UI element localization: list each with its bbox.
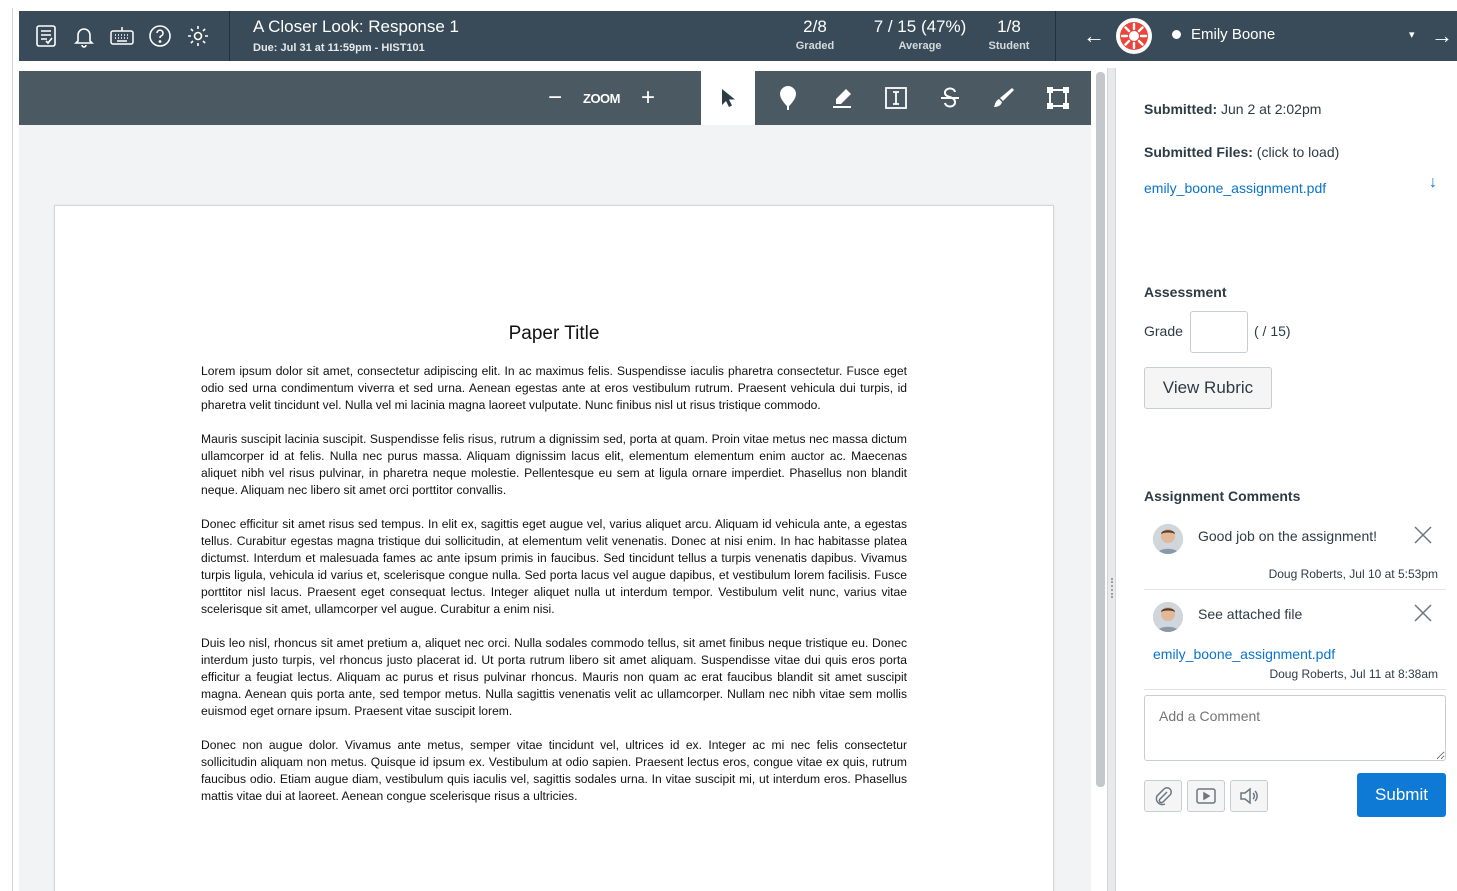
stat-student-label: Student <box>988 40 1030 52</box>
comment-text: See attached file <box>1198 606 1303 622</box>
highlight-tool[interactable] <box>815 71 869 125</box>
speaker-icon <box>1240 787 1258 805</box>
comment-attachment-link[interactable]: emily_boone_assignment.pdf <box>1153 646 1335 662</box>
submitted-files: Submitted Files: (click to load) <box>1144 144 1339 160</box>
attach-file-button[interactable] <box>1144 780 1182 812</box>
document-scrollbar[interactable] <box>1096 72 1105 787</box>
stat-average-label: Average <box>898 40 942 52</box>
zoom-in-button[interactable]: + <box>638 84 658 112</box>
speedgrader-icon[interactable] <box>27 11 65 61</box>
zoom-controls: − ZOOM + <box>545 71 658 125</box>
media-comment-button[interactable] <box>1187 780 1225 812</box>
delete-comment-button[interactable] <box>1412 524 1434 551</box>
paper-title: Paper Title <box>508 323 600 344</box>
close-icon <box>1414 604 1432 622</box>
point-annotation-tool[interactable] <box>761 71 815 125</box>
strikeout-tool[interactable] <box>923 71 977 125</box>
assignment-title[interactable]: A Closer Look: Response 1 <box>253 17 459 37</box>
view-rubric-button[interactable]: View Rubric <box>1144 367 1272 409</box>
keyboard-icon[interactable] <box>103 11 141 61</box>
stat-student: 1/8 Student <box>964 17 1054 52</box>
submitted-files-label: Submitted Files: <box>1144 144 1253 160</box>
stat-average: 7 / 15 (47%) Average <box>860 17 980 52</box>
submitted-label: Submitted: <box>1144 101 1218 117</box>
gear-icon[interactable] <box>179 11 217 61</box>
text-icon <box>885 87 907 109</box>
avatar <box>1153 602 1183 632</box>
annotation-toolbar: − ZOOM + <box>19 71 1091 125</box>
freedraw-icon <box>994 88 1014 107</box>
area-tool[interactable] <box>1031 71 1085 125</box>
header-divider <box>229 11 230 61</box>
paragraph: Duis leo nisl, rhoncus sit amet pretium … <box>201 636 907 718</box>
assignment-title-block: A Closer Look: Response 1 Due: Jul 31 at… <box>253 17 459 54</box>
pointer-tool-button[interactable] <box>701 71 755 125</box>
submitted-files-hint: (click to load) <box>1256 144 1340 160</box>
stat-graded: 2/8 Graded <box>770 17 860 52</box>
freedraw-tool[interactable] <box>977 71 1031 125</box>
avatar <box>1153 524 1183 554</box>
assignment-due: Due: Jul 31 at 11:59pm - HIST101 <box>253 42 425 54</box>
bell-icon[interactable] <box>65 11 103 61</box>
submitted-value: Jun 2 at 2:02pm <box>1221 101 1322 117</box>
grip-icon <box>1111 578 1113 598</box>
area-icon <box>1047 87 1069 109</box>
comment-textarea[interactable] <box>1144 695 1446 761</box>
submitted-date: Submitted: Jun 2 at 2:02pm <box>1144 101 1321 117</box>
paragraph: Donec efficitur sit amet risus sed tempu… <box>201 517 907 616</box>
download-icon[interactable]: ↓ <box>1429 174 1437 192</box>
text-tool[interactable] <box>869 71 923 125</box>
paper-body: Lorem ipsum dolor sit amet, consectetur … <box>201 363 907 822</box>
comment-item: Good job on the assignment! Doug Roberts… <box>1144 514 1446 590</box>
stat-graded-value: 2/8 <box>803 17 827 36</box>
submit-comment-button[interactable]: Submit <box>1357 773 1446 817</box>
strikeout-icon <box>941 87 959 108</box>
paragraph: Lorem ipsum dolor sit amet, consectetur … <box>201 364 907 412</box>
document-viewer[interactable]: Paper Title Lorem ipsum dolor sit amet, … <box>19 125 1091 891</box>
document-page[interactable]: Paper Title Lorem ipsum dolor sit amet, … <box>54 205 1054 891</box>
zoom-label: ZOOM <box>583 90 621 106</box>
paragraph: Mauris suscipit lacinia suscipit. Suspen… <box>201 432 907 497</box>
stat-student-value: 1/8 <box>997 17 1021 36</box>
grade-label: Grade <box>1144 323 1183 339</box>
paragraph: Donec non augue dolor. Vivamus ante metu… <box>201 738 907 803</box>
submitted-file-link[interactable]: emily_boone_assignment.pdf <box>1144 180 1326 196</box>
grade-out-of: ( / 15) <box>1254 323 1291 339</box>
stat-average-value: 7 / 15 (47%) <box>873 17 967 36</box>
annotation-tools <box>761 71 1085 125</box>
assessment-heading: Assessment <box>1144 284 1227 300</box>
video-icon <box>1196 788 1216 804</box>
paperclip-icon <box>1155 787 1172 806</box>
audio-comment-button[interactable] <box>1230 780 1268 812</box>
comment-author: Doug Roberts, Jul 11 at 8:38am <box>1269 667 1438 681</box>
comment-author: Doug Roberts, Jul 10 at 5:53pm <box>1268 567 1438 581</box>
comments-heading: Assignment Comments <box>1144 488 1301 504</box>
zoom-out-button[interactable]: − <box>545 84 565 112</box>
header-icons <box>19 11 229 61</box>
pointer-icon <box>722 89 735 107</box>
comment-item: See attached file emily_boone_assignment… <box>1144 592 1446 690</box>
grade-input[interactable] <box>1190 311 1248 353</box>
delete-comment-button[interactable] <box>1412 602 1434 629</box>
highlight-icon <box>833 89 851 108</box>
help-icon[interactable] <box>141 11 179 61</box>
speedgrader-window: A Closer Look: Response 1 Due: Jul 31 at… <box>12 8 1457 891</box>
close-icon <box>1414 526 1432 544</box>
panel-resize-handle[interactable] <box>1107 68 1116 891</box>
stat-graded-label: Graded <box>795 40 835 52</box>
header-divider <box>1055 11 1056 61</box>
grading-sidebar: Submitted: Jun 2 at 2:02pm Submitted Fil… <box>1144 8 1454 891</box>
point-annotation-icon <box>780 86 796 110</box>
comment-text: Good job on the assignment! <box>1198 528 1378 544</box>
previous-student-button[interactable]: ← <box>1081 23 1107 49</box>
